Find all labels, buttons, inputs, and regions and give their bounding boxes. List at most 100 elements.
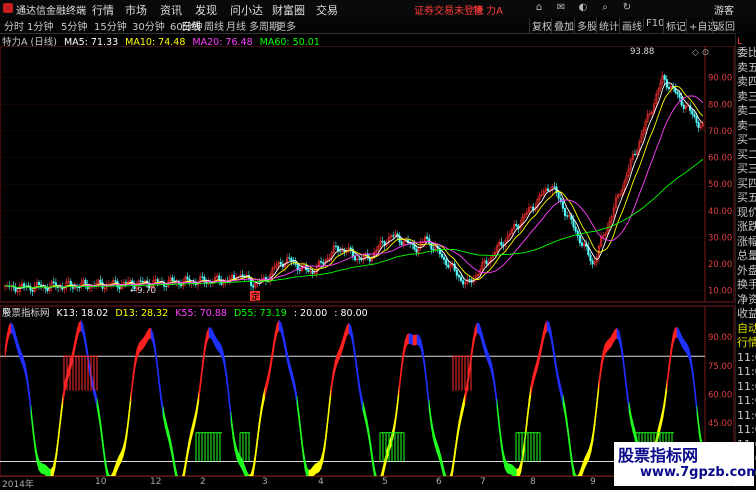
menu-zixun[interactable]: 资讯 (160, 2, 182, 18)
candle (52, 281, 55, 284)
indicator-band (318, 457, 322, 473)
tab-fenshi[interactable]: 分时 (4, 18, 24, 33)
candle (693, 113, 696, 117)
candle (288, 257, 291, 259)
indicator-band (212, 331, 216, 346)
indicator-band (346, 322, 350, 336)
indicator-band (494, 382, 498, 410)
indicator-band (78, 319, 82, 334)
indicator-band (620, 339, 624, 364)
indicator-band (250, 466, 254, 476)
tab-multi-period[interactable]: 多周期 (249, 18, 279, 33)
line80-label: : 80.00 (334, 308, 368, 319)
indicator-band (626, 387, 630, 413)
indicator-band (44, 464, 48, 476)
indicator-band (630, 413, 634, 433)
candle (99, 279, 102, 283)
indicator-band (200, 357, 204, 385)
tab-more[interactable]: 更多 (276, 18, 296, 33)
candle (320, 261, 323, 263)
candle (663, 75, 666, 80)
menu-caifuquan[interactable]: 财富圈 (272, 2, 305, 18)
indicator-band (552, 341, 556, 366)
indicator-band (12, 324, 16, 342)
tab-1min[interactable]: 1分钟 (27, 18, 53, 33)
tab-5min[interactable]: 5分钟 (61, 18, 87, 33)
tab-15min[interactable]: 15分钟 (94, 18, 127, 33)
x-axis-label: 3 (262, 477, 268, 487)
tab-30min[interactable]: 30分钟 (132, 18, 165, 33)
indicator-band (458, 410, 462, 431)
indicator-band (300, 429, 304, 457)
tool-diejia[interactable]: 叠加 (551, 18, 576, 33)
panel-item: 11:09 (737, 408, 756, 422)
search-icon[interactable]: ⌕ (599, 2, 611, 14)
panel-item: 换手 (737, 278, 756, 291)
indicator-band (60, 393, 64, 420)
indicator-band (614, 327, 618, 341)
panel-item: 11:08 (737, 379, 756, 393)
indicator-band (310, 465, 314, 476)
indicator-band (20, 351, 24, 367)
indicator-band (134, 348, 138, 369)
indicator-band (274, 323, 278, 344)
indicator-band (628, 402, 632, 424)
indicator-band (204, 331, 208, 353)
candle (353, 255, 357, 261)
indicator-band (218, 341, 222, 356)
indicator-band (676, 326, 680, 341)
tab-weekly[interactable]: 周线 (204, 18, 224, 33)
indicator-band (122, 439, 126, 458)
indicator-band (46, 465, 50, 476)
guest-label[interactable]: 游客 (714, 2, 734, 17)
indicator-band (208, 327, 212, 339)
tool-tongji[interactable]: 统计 (596, 18, 621, 33)
indicator-band (516, 467, 520, 476)
indicator-band (410, 333, 414, 346)
indicator-band (416, 334, 420, 346)
tool-back[interactable]: 返回 (712, 18, 737, 33)
indicator-band (504, 458, 508, 473)
indicator-band (256, 421, 260, 449)
indicator-band (422, 349, 426, 374)
message-icon[interactable]: ✉ (555, 2, 567, 14)
x-axis-label: 2014年 (2, 480, 34, 490)
tool-huaxian[interactable]: 画线 (619, 18, 644, 33)
indicator-band (170, 441, 174, 463)
indicator-band (612, 328, 616, 345)
tab-monthly[interactable]: 月线 (226, 18, 246, 33)
menu-hangqing[interactable]: 行情 (92, 2, 114, 18)
stock-title: 特 力A (473, 6, 504, 17)
panel-item: 涨跌 (737, 220, 756, 233)
indicator-band (284, 340, 288, 361)
candle (292, 260, 295, 263)
menu-shichang[interactable]: 市场 (125, 2, 147, 18)
menu-jiaoyi[interactable]: 交易 (316, 2, 338, 18)
panel-item[interactable]: 行情 (737, 336, 756, 351)
candle (515, 224, 518, 227)
indicator-band (426, 381, 430, 410)
indicator-band (666, 362, 670, 391)
home-icon[interactable]: ⌂ (533, 2, 545, 14)
skin-icon[interactable]: ◐ (577, 2, 589, 14)
candle (23, 283, 26, 287)
tool-biaoji[interactable]: 标记 (663, 18, 688, 33)
panel-item[interactable]: 自动 (737, 322, 756, 337)
indicator-band (556, 367, 560, 389)
panel-item: 卖三 (737, 89, 756, 103)
indicator-band (456, 420, 460, 444)
candle (691, 110, 694, 115)
indicator-band (560, 386, 564, 406)
refresh-icon[interactable]: ↻ (621, 2, 633, 14)
kline-chart[interactable]: 90.00 80.00 70.00 60.00 50.00 40.00 30.00 20.00… (0, 46, 735, 476)
indicator-band (30, 405, 34, 435)
indicator-band (594, 397, 598, 427)
menu-wenxiaoda[interactable]: 问小达 (230, 2, 263, 18)
panel-item: 卖一 (737, 118, 756, 132)
indicator-band (292, 374, 296, 394)
menu-faxian[interactable]: 发现 (195, 2, 217, 18)
indicator-band (418, 335, 422, 350)
tab-daily[interactable]: 日线 (181, 18, 201, 33)
indicator-band (82, 324, 86, 344)
indicator-band (618, 330, 622, 350)
